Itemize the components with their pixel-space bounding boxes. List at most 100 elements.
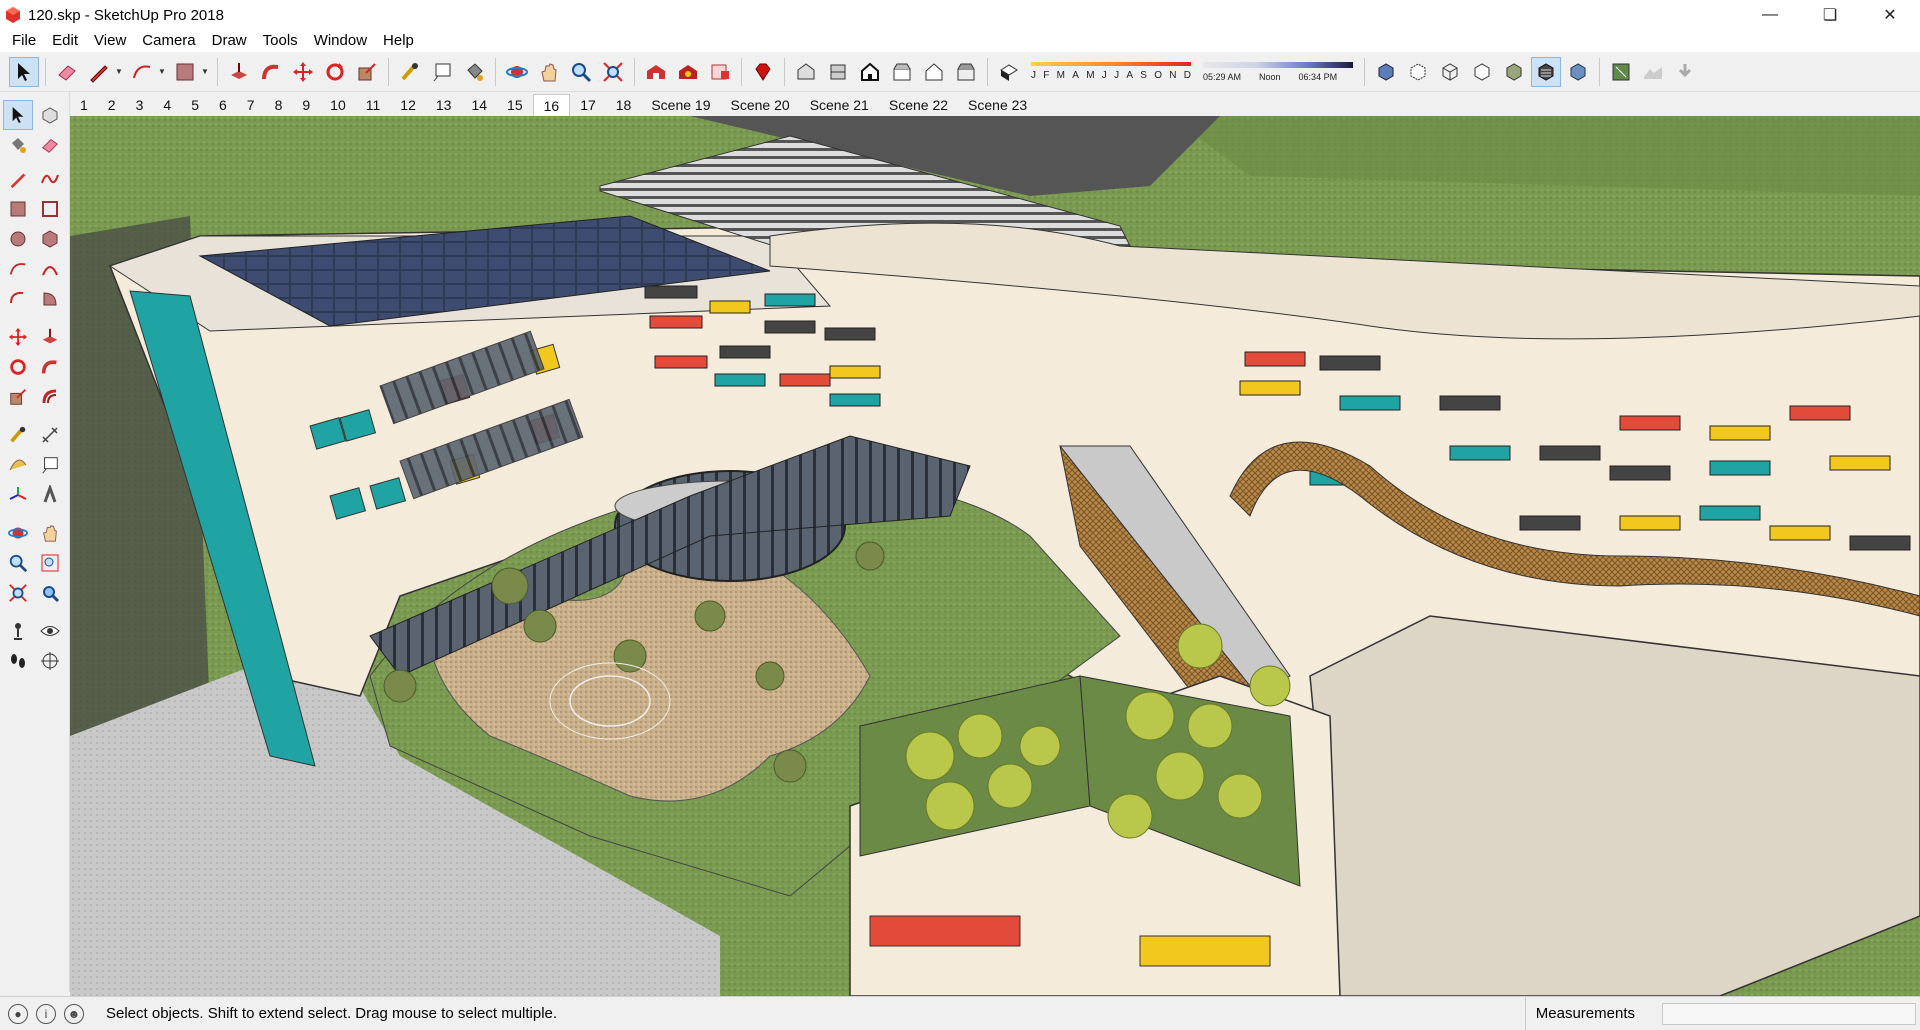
scene-tab-7[interactable]: 7 [237, 94, 265, 116]
iso-view-button[interactable] [791, 57, 821, 87]
rotate-tool-button[interactable] [3, 352, 33, 382]
eraser-tool-button[interactable] [52, 57, 82, 87]
rotated-rectangle-tool-button[interactable] [35, 194, 65, 224]
chevron-down-icon[interactable]: ▼ [201, 67, 209, 76]
back-view-button[interactable] [919, 57, 949, 87]
scene-tab-23[interactable]: Scene 23 [958, 94, 1037, 116]
line-tool-button[interactable] [3, 164, 33, 194]
restore-button[interactable]: ❏ [1800, 0, 1860, 30]
extension-manager-button[interactable] [748, 57, 778, 87]
scene-tab-21[interactable]: Scene 21 [800, 94, 879, 116]
3d-model-viewport[interactable] [70, 116, 1920, 996]
chevron-down-icon[interactable]: ▼ [158, 67, 166, 76]
back-edges-style-button[interactable] [1403, 57, 1433, 87]
arc-tool-button[interactable] [3, 254, 33, 284]
follow-me-tool-button[interactable] [256, 57, 286, 87]
select-tool-button[interactable] [9, 56, 39, 87]
push-pull-tool-button[interactable] [35, 322, 65, 352]
menu-edit[interactable]: Edit [44, 30, 86, 52]
toggle-terrain-button[interactable] [1638, 57, 1668, 87]
scene-tab-9[interactable]: 9 [292, 94, 320, 116]
walk-tool-button[interactable] [3, 646, 33, 676]
scene-tab-8[interactable]: 8 [265, 94, 293, 116]
credits-info-icon[interactable]: i [36, 1003, 56, 1024]
orbit-tool-button[interactable] [3, 518, 33, 548]
scene-tab-4[interactable]: 4 [153, 94, 181, 116]
scene-tab-2[interactable]: 2 [98, 94, 126, 116]
scene-tab-5[interactable]: 5 [181, 94, 209, 116]
minimize-button[interactable]: — [1740, 0, 1800, 30]
photo-textures-button[interactable] [1670, 57, 1700, 87]
select-tool-button[interactable] [3, 100, 33, 130]
text-tool-button[interactable] [427, 57, 457, 87]
freehand-tool-button[interactable] [35, 164, 65, 194]
scene-tab-16[interactable]: 16 [532, 94, 571, 116]
shaded-style-button[interactable] [1499, 57, 1529, 87]
time-slider-track[interactable] [1203, 61, 1353, 68]
scale-tool-button[interactable] [3, 382, 33, 412]
right-view-button[interactable] [887, 57, 917, 87]
look-around-button[interactable] [35, 616, 65, 646]
zoom-tool-button[interactable] [566, 57, 596, 87]
menu-help[interactable]: Help [375, 30, 422, 52]
text-tool-button[interactable] [35, 450, 65, 480]
follow-me-tool-button[interactable] [35, 352, 65, 382]
scene-tab-20[interactable]: Scene 20 [721, 94, 800, 116]
user-account-icon[interactable]: ☻ [64, 1003, 84, 1024]
move-tool-button[interactable] [3, 322, 33, 352]
scene-tab-13[interactable]: 13 [426, 94, 462, 116]
position-camera-button[interactable] [3, 616, 33, 646]
move-tool-button[interactable] [288, 57, 318, 87]
section-plane-button[interactable] [35, 646, 65, 676]
measurements-input[interactable] [1662, 1003, 1916, 1025]
offset-tool-button[interactable] [35, 382, 65, 412]
scene-tab-6[interactable]: 6 [209, 94, 237, 116]
close-button[interactable]: ✕ [1860, 0, 1920, 30]
eraser-tool-button[interactable] [35, 130, 65, 160]
3d-warehouse-button[interactable] [641, 57, 671, 87]
hidden-line-style-button[interactable] [1467, 57, 1497, 87]
scene-tab-1[interactable]: 1 [70, 94, 98, 116]
zoom-extents-button[interactable] [3, 578, 33, 608]
rectangle-tool-button[interactable] [170, 57, 200, 87]
polygon-tool-button[interactable] [35, 224, 65, 254]
date-slider-track[interactable] [1031, 61, 1191, 66]
3d-text-tool-button[interactable] [35, 480, 65, 510]
scale-tool-button[interactable] [352, 57, 382, 87]
previous-view-button[interactable] [35, 578, 65, 608]
rectangle-tool-button[interactable] [3, 194, 33, 224]
dimension-tool-button[interactable] [35, 420, 65, 450]
scene-tab-18[interactable]: 18 [606, 94, 642, 116]
pie-tool-button[interactable] [35, 284, 65, 314]
zoom-tool-button[interactable] [3, 548, 33, 578]
zoom-extents-button[interactable] [598, 57, 628, 87]
menu-file[interactable]: File [4, 30, 44, 52]
monochrome-style-button[interactable] [1563, 57, 1593, 87]
make-component-button[interactable] [35, 100, 65, 130]
scene-tab-17[interactable]: 17 [570, 94, 606, 116]
pan-tool-button[interactable] [534, 57, 564, 87]
pan-tool-button[interactable] [35, 518, 65, 548]
paint-bucket-tool-button[interactable] [3, 130, 33, 160]
two-point-arc-tool-button[interactable] [35, 254, 65, 284]
scene-tab-11[interactable]: 11 [356, 94, 391, 116]
paint-bucket-tool-button[interactable] [459, 57, 489, 87]
scene-tab-22[interactable]: Scene 22 [879, 94, 958, 116]
tape-measure-tool-button[interactable] [395, 57, 425, 87]
scene-tab-12[interactable]: 12 [390, 94, 426, 116]
menu-tools[interactable]: Tools [255, 30, 306, 52]
scene-tab-15[interactable]: 15 [497, 94, 533, 116]
left-view-button[interactable] [951, 57, 981, 87]
protractor-tool-button[interactable] [3, 450, 33, 480]
three-point-arc-tool-button[interactable] [3, 284, 33, 314]
scene-tab-14[interactable]: 14 [461, 94, 497, 116]
shaded-textures-style-button[interactable] [1531, 56, 1561, 87]
top-view-button[interactable] [823, 57, 853, 87]
menu-view[interactable]: View [86, 30, 134, 52]
scene-tab-10[interactable]: 10 [320, 94, 356, 116]
scene-tab-19[interactable]: Scene 19 [641, 94, 720, 116]
orbit-tool-button[interactable] [502, 57, 532, 87]
menu-window[interactable]: Window [306, 30, 375, 52]
chevron-down-icon[interactable]: ▼ [115, 67, 123, 76]
front-view-button[interactable] [855, 57, 885, 87]
